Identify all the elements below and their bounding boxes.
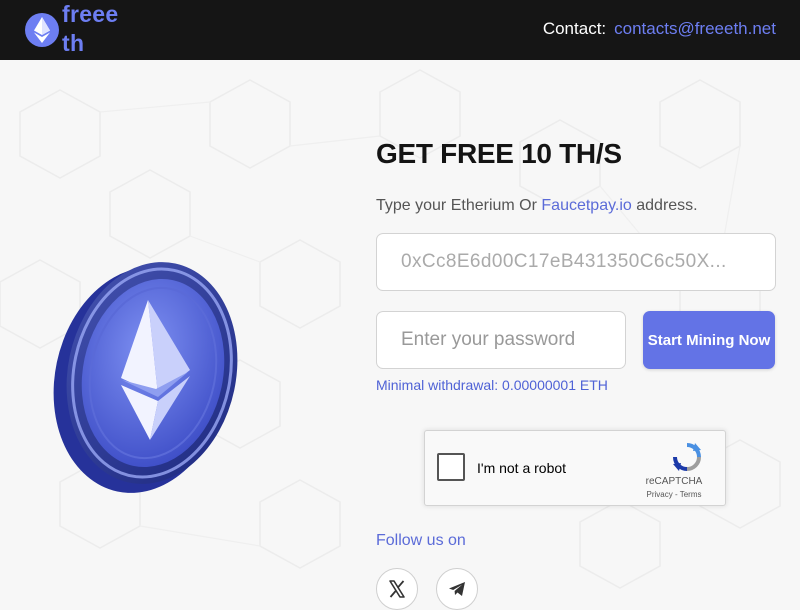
recaptcha-label: I'm not a robot (477, 460, 567, 476)
page-title: GET FREE 10 TH/S (376, 138, 622, 169)
recaptcha-links: Privacy - Terms (623, 490, 725, 499)
telegram-link[interactable] (436, 568, 478, 610)
x-twitter-link[interactable] (376, 568, 418, 610)
contact-info: Contact: contacts@freeeth.net (543, 19, 776, 39)
instructions-text-suffix: address. (631, 197, 698, 214)
recaptcha-checkbox[interactable] (437, 453, 465, 481)
signup-form: GET FREE 10 TH/S Type your Etherium Or F… (376, 0, 800, 610)
ethereum-logo-icon[interactable] (24, 12, 60, 48)
follow-us-label: Follow us on (376, 532, 466, 549)
recaptcha-widget: I'm not a robot reCAPTCHA Privacy - Term… (424, 430, 726, 506)
start-mining-button[interactable]: Start Mining Now (643, 311, 775, 369)
recaptcha-link-separator: - (672, 490, 680, 499)
telegram-icon (449, 582, 465, 596)
top-bar: freee th Contact: contacts@freeeth.net (0, 0, 800, 60)
recaptcha-logo-icon (673, 443, 701, 471)
x-twitter-icon (389, 580, 405, 598)
recaptcha-privacy-link[interactable]: Privacy (647, 490, 673, 499)
password-input[interactable] (376, 311, 626, 369)
contact-email-link[interactable]: contacts@freeeth.net (614, 19, 776, 38)
address-instructions: Type your Etherium Or Faucetpay.io addre… (376, 197, 698, 215)
recaptcha-terms-link[interactable]: Terms (680, 490, 702, 499)
recaptcha-brand: reCAPTCHA (645, 476, 703, 487)
logo-wordmark[interactable]: freee th (62, 0, 132, 58)
instructions-text-prefix: Type your Etherium Or (376, 197, 542, 214)
contact-label: Contact: (542, 19, 607, 38)
wallet-address-input[interactable] (376, 233, 776, 291)
faucetpay-link[interactable]: Faucetpay.io (541, 197, 631, 214)
minimal-withdrawal-text: Minimal withdrawal: 0.00000001 ETH (376, 377, 608, 393)
ethereum-coin-illustration (53, 262, 238, 493)
